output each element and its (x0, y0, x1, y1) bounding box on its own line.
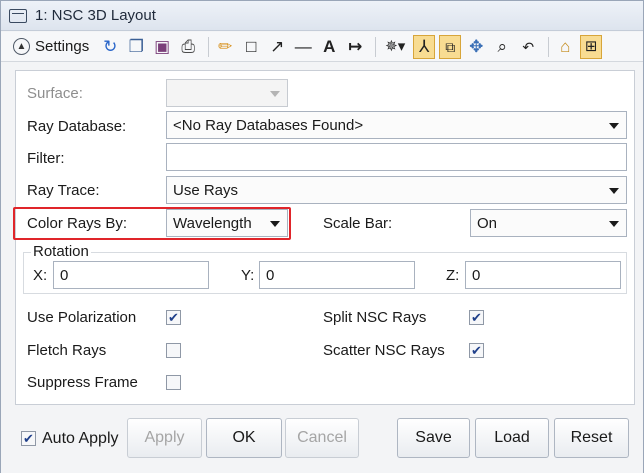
window-icon[interactable]: ⊞ (580, 34, 603, 59)
reset-button[interactable]: Reset (554, 418, 629, 458)
auto-apply-label: Auto Apply (42, 430, 119, 447)
use-polarization-label: Use Polarization (27, 309, 137, 326)
copy-icon[interactable]: ❐ (125, 35, 147, 59)
toolbar-separator (208, 36, 210, 57)
rotation-y-label: Y: (241, 267, 255, 284)
cancel-button[interactable]: Cancel (285, 418, 359, 458)
chevron-down-icon (609, 123, 619, 129)
split-nsc-rays-label: Split NSC Rays (323, 309, 427, 326)
nsc-3d-layout-window: 1: NSC 3D Layout ▲ Settings ↻ ❐ ▣ ⎙ ✏ □ … (0, 0, 644, 473)
settings-label: Settings (35, 38, 90, 55)
chevron-down-icon (270, 91, 280, 97)
text-icon[interactable]: A (318, 35, 340, 59)
ray-trace-label: Ray Trace: (27, 182, 100, 199)
rotation-y-value: 0 (266, 266, 275, 284)
refresh-icon[interactable]: ↻ (99, 35, 121, 59)
window-title: 1: NSC 3D Layout (35, 7, 156, 24)
zoom-icon[interactable]: ⌕ (491, 35, 513, 59)
rotation-x-label: X: (33, 267, 48, 284)
auto-apply-checkbox[interactable]: ✔ (21, 431, 36, 446)
ray-database-dropdown[interactable]: <No Ray Databases Found> (166, 111, 627, 139)
rotation-z-value: 0 (472, 266, 481, 284)
chevron-down-icon (609, 221, 619, 227)
pan-icon[interactable]: ✥ (465, 35, 487, 59)
toolbar: ▲ Settings ↻ ❐ ▣ ⎙ ✏ □ ↗ — A ↦ ✵▾ ⅄ ⧉ ✥ … (1, 32, 643, 62)
fletch-rays-checkbox[interactable] (166, 343, 181, 358)
axes-icon[interactable]: ⅄ (413, 34, 436, 59)
rotation-x-value: 0 (60, 266, 69, 284)
scale-bar-value: On (477, 214, 498, 232)
arrow-icon[interactable]: ↗ (266, 35, 288, 59)
surface-dropdown[interactable] (166, 79, 288, 107)
line-icon[interactable]: — (292, 35, 314, 59)
suppress-frame-checkbox[interactable] (166, 375, 181, 390)
chevron-up-icon: ▲ (13, 38, 30, 55)
rotation-z-label: Z: (446, 267, 460, 284)
ray-database-label: Ray Database: (27, 118, 127, 135)
color-rays-highlight-box (13, 207, 291, 240)
print-icon[interactable]: ⎙ (177, 35, 199, 59)
filter-label: Filter: (27, 150, 65, 167)
dimension-icon[interactable]: ↦ (344, 35, 366, 59)
filter-input[interactable] (166, 143, 627, 171)
fit-icon[interactable]: ⧉ (439, 34, 462, 59)
load-button[interactable]: Load (475, 418, 549, 458)
window-icon (9, 8, 27, 23)
reset-view-icon[interactable]: ↶ (517, 35, 539, 59)
apply-button[interactable]: Apply (127, 418, 202, 458)
lock-icon[interactable]: ⌂ (554, 35, 576, 59)
rectangle-icon[interactable]: □ (240, 35, 262, 59)
rotate-icon[interactable]: ✵▾ (381, 35, 409, 59)
split-nsc-rays-checkbox[interactable]: ✔ (469, 310, 484, 325)
use-polarization-checkbox[interactable]: ✔ (166, 310, 181, 325)
suppress-frame-label: Suppress Frame (27, 374, 138, 391)
chevron-down-icon (609, 188, 619, 194)
save-icon[interactable]: ▣ (151, 35, 173, 59)
surface-label: Surface: (27, 85, 83, 102)
scale-bar-label: Scale Bar: (323, 215, 393, 232)
rotation-x-input[interactable]: 0 (53, 261, 209, 289)
scale-bar-dropdown[interactable]: On (470, 209, 627, 237)
ray-database-value: <No Ray Databases Found> (173, 116, 364, 134)
ray-trace-dropdown[interactable]: Use Rays (166, 176, 627, 204)
settings-toggle-button[interactable]: ▲ Settings (9, 35, 93, 59)
ok-button[interactable]: OK (206, 418, 282, 458)
pencil-icon[interactable]: ✏ (214, 35, 236, 59)
title-bar[interactable]: 1: NSC 3D Layout (1, 1, 643, 31)
scatter-nsc-rays-checkbox[interactable]: ✔ (469, 343, 484, 358)
ray-trace-value: Use Rays (173, 181, 239, 199)
fletch-rays-label: Fletch Rays (27, 342, 107, 359)
rotation-y-input[interactable]: 0 (259, 261, 415, 289)
rotation-legend: Rotation (31, 243, 91, 260)
scatter-nsc-rays-label: Scatter NSC Rays (323, 342, 445, 359)
save-button[interactable]: Save (397, 418, 470, 458)
toolbar-separator (548, 36, 550, 57)
toolbar-separator (375, 36, 377, 57)
rotation-z-input[interactable]: 0 (465, 261, 621, 289)
